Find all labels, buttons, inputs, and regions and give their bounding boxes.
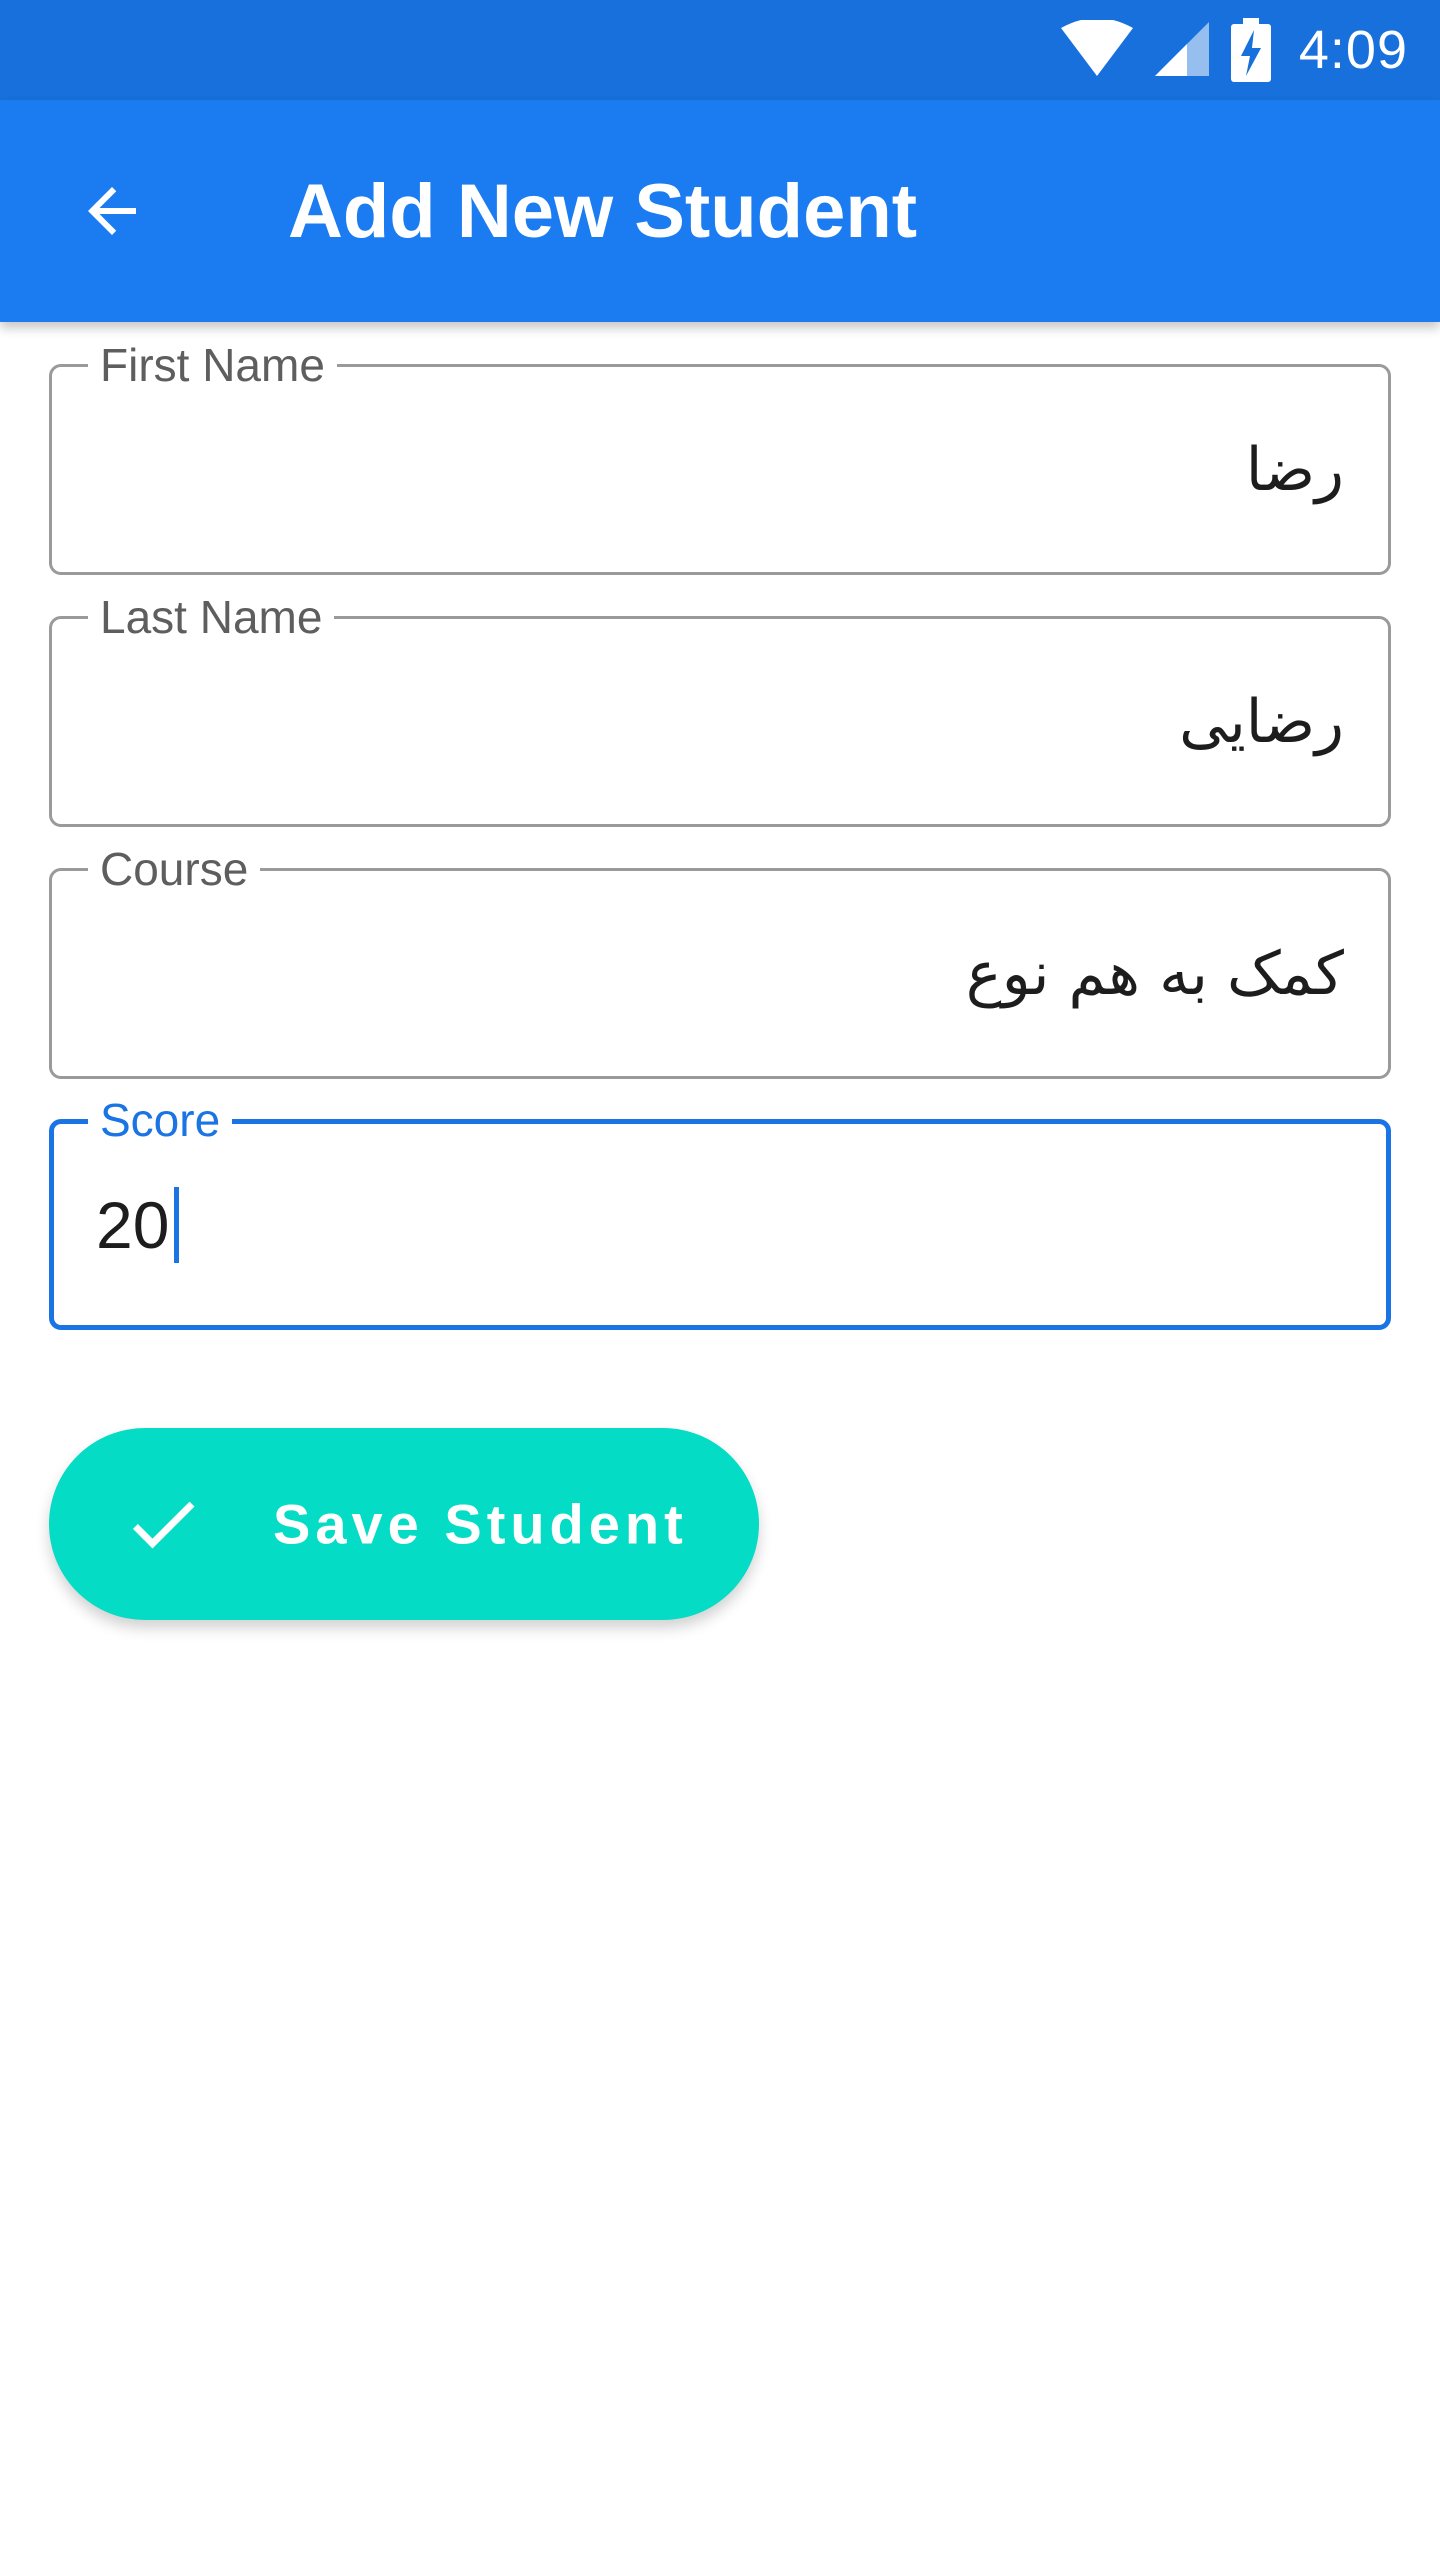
battery-charging-icon (1230, 18, 1271, 82)
page-title: Add New Student (288, 168, 918, 254)
last-name-label: Last Name (88, 589, 335, 645)
score-value: 20 (96, 1187, 170, 1262)
back-button[interactable] (52, 151, 172, 271)
last-name-value: رضایی (1179, 686, 1344, 757)
check-icon (121, 1482, 205, 1566)
first-name-field[interactable]: First Name رضا (49, 337, 1391, 575)
status-bar: 4:09 (0, 0, 1440, 100)
save-student-button[interactable]: Save Student (49, 1428, 759, 1620)
cellular-signal-icon (1153, 20, 1211, 80)
app-bar: Add New Student (0, 100, 1440, 322)
course-value: کمک به هم نوع (965, 938, 1344, 1009)
arrow-back-icon (76, 175, 148, 247)
text-cursor (174, 1186, 179, 1263)
wifi-icon (1060, 20, 1133, 80)
first-name-label: First Name (88, 337, 337, 393)
last-name-field[interactable]: Last Name رضایی (49, 589, 1391, 827)
course-field[interactable]: Course کمک به هم نوع (49, 841, 1391, 1079)
add-student-screen: 4:09 Add New Student First Name رضا Last… (0, 0, 1440, 2560)
score-field[interactable]: Score 20 (49, 1092, 1391, 1330)
first-name-value: رضا (1245, 434, 1344, 505)
course-label: Course (88, 841, 261, 897)
save-student-label: Save Student (273, 1492, 688, 1556)
status-time: 4:09 (1298, 20, 1408, 80)
score-label: Score (88, 1092, 233, 1148)
